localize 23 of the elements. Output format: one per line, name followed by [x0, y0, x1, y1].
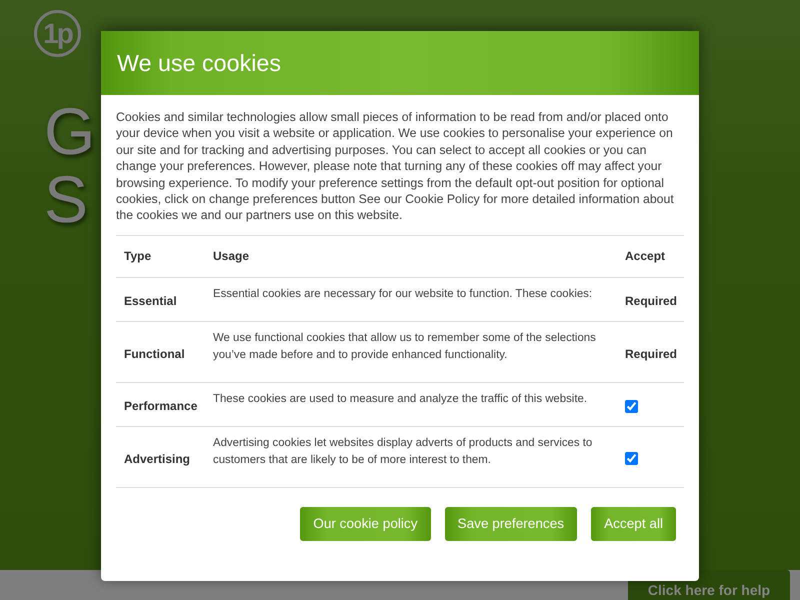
column-header: Type	[124, 249, 152, 264]
column-header: Accept	[625, 249, 666, 264]
cookie-type-label: Essential	[124, 294, 177, 308]
consent-checkbox[interactable]	[625, 400, 638, 413]
intro-paragraph: Cookies and similar technologies allow small pieces of information to be read from and/or placed onto your device when you visit a website or application. We use cookies to personalise your experience on our site and for tracking and advertising purposes. You can select to accept all cookies or you can change your preferences. However, please note that turning any of these cookies off may affect your browsing experience. To modify your preference settings from the default opt-out position for optional cookies, click on change preferences button See our Cookie Policy for more detailed information about the cookies we and our partners use on this website.	[116, 109, 675, 224]
hero-heading-line: S	[44, 165, 88, 233]
usage-text: Essential cookies are necessary for our website to function. These cookies:	[213, 288, 592, 300]
logo-mark[interactable]: 1p	[34, 10, 81, 56]
usage-text: Advertising cookies let websites display adverts of products and services to customers that are likely to be of more interest to them.	[213, 436, 592, 466]
dialog-title: We use cookies	[117, 50, 282, 76]
usage-text: These cookies are used to measure and analyze the traffic of this website.	[213, 392, 587, 405]
hero-heading-line: G	[44, 97, 96, 165]
column-header: Usage	[213, 249, 250, 264]
required-label: Required	[625, 294, 678, 308]
consent-checkbox[interactable]	[625, 452, 638, 466]
dialog-button[interactable]: Our cookie policy	[300, 506, 431, 541]
cookie-type-label: Functional	[124, 346, 185, 361]
usage-text: We use functional cookies that allow us to remember some of the selections you’ve made before and to provide enhanced functionality.	[213, 332, 596, 361]
required-label: Required	[625, 346, 678, 361]
dialog-button[interactable]: Accept all	[591, 506, 676, 541]
cookie-type-label: Performance	[124, 399, 198, 414]
dialog-button[interactable]: Save preferences	[444, 506, 578, 541]
cookie-type-label: Advertising	[124, 452, 190, 466]
